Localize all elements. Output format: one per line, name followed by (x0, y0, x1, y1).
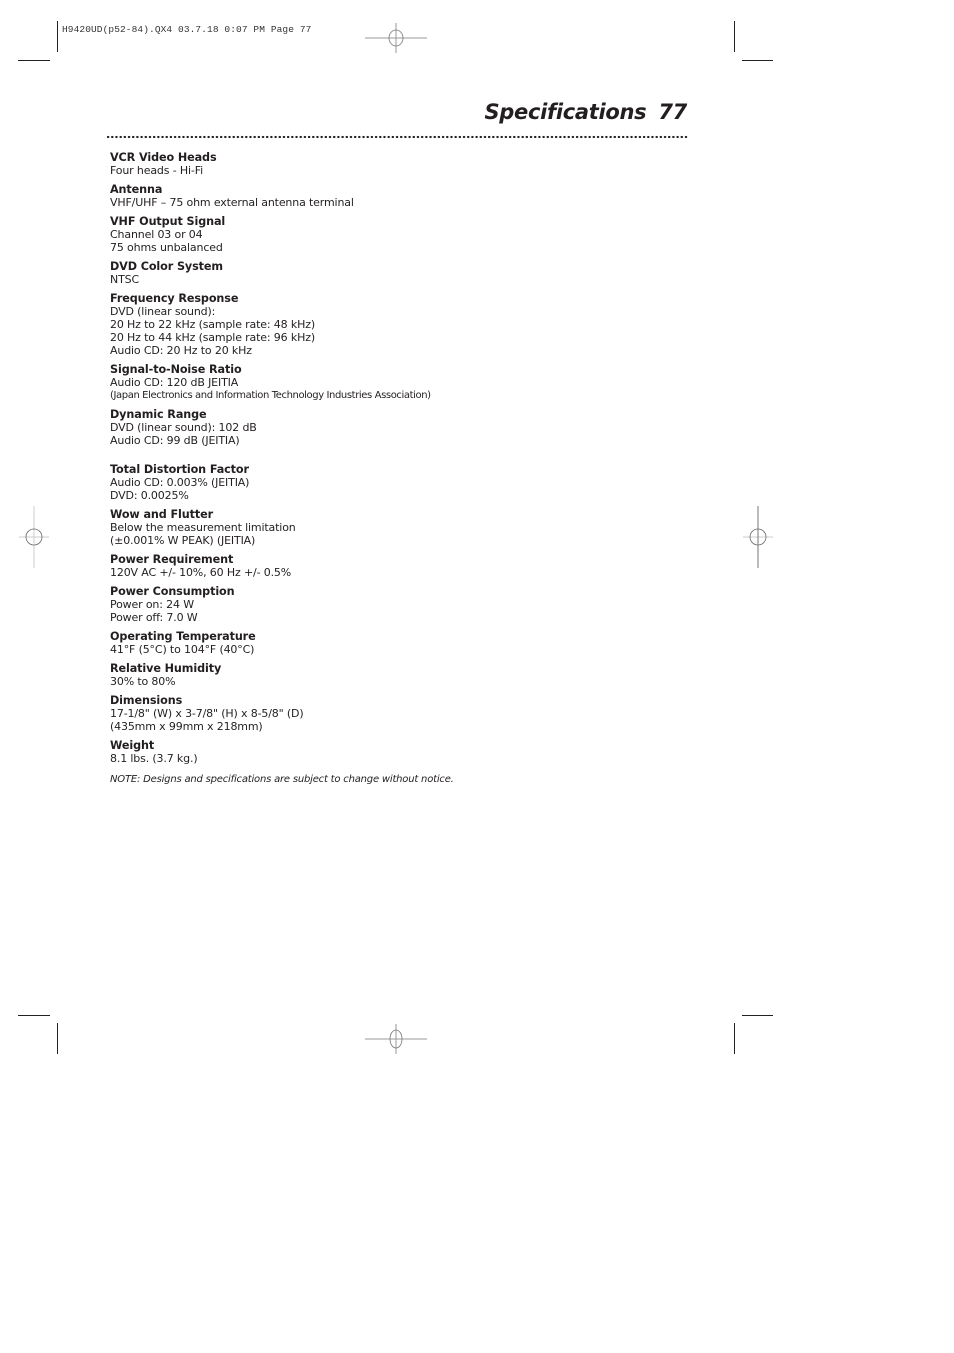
registration-target-left (17, 505, 51, 569)
dotted-rule (106, 135, 688, 139)
crop-mark-bottom-left-vertical (57, 1023, 58, 1054)
spec-dimensions: Dimensions 17-1/8" (W) x 3-7/8" (H) x 8-… (110, 694, 630, 733)
spec-heading: DVD Color System (110, 260, 223, 273)
spec-power-consumption: Power Consumption Power on: 24 W Power o… (110, 585, 630, 624)
registration-target-bottom (365, 1022, 427, 1056)
spec-heading: Operating Temperature (110, 630, 256, 643)
spec-value: Audio CD: 20 Hz to 20 kHz (110, 344, 252, 357)
page-title: Specifications (484, 100, 647, 124)
spec-weight: Weight 8.1 lbs. (3.7 kg.) (110, 739, 630, 765)
spec-antenna: Antenna VHF/UHF – 75 ohm external antenn… (110, 183, 630, 209)
spec-value: 30% to 80% (110, 675, 176, 688)
spec-value: (±0.001% W PEAK) (JEITIA) (110, 534, 256, 547)
spec-heading: Weight (110, 739, 155, 752)
spec-heading: Dimensions (110, 694, 183, 707)
spec-power-requirement: Power Requirement 120V AC +/- 10%, 60 Hz… (110, 553, 630, 579)
specifications-note: NOTE: Designs and specifications are sub… (110, 774, 454, 785)
crop-mark-top-right-horizontal (742, 60, 773, 61)
spec-relative-humidity: Relative Humidity 30% to 80% (110, 662, 630, 688)
spec-value: Four heads - Hi-Fi (110, 164, 203, 177)
registration-target-right (741, 505, 775, 569)
spec-value: 17-1/8" (W) x 3-7/8" (H) x 8-5/8" (D) (110, 707, 304, 720)
spec-frequency-response: Frequency Response DVD (linear sound): 2… (110, 292, 630, 357)
spec-heading: Wow and Flutter (110, 508, 214, 521)
crop-mark-top-left-vertical (57, 21, 58, 52)
page-header: Specifications 77 (484, 100, 687, 124)
spec-heading: Power Requirement (110, 553, 234, 566)
page-number: 77 (658, 100, 687, 124)
registration-target-top (365, 21, 427, 55)
spec-value: 41°F (5°C) to 104°F (40°C) (110, 643, 255, 656)
crop-mark-bottom-left-horizontal (18, 1015, 50, 1016)
spec-value: DVD (linear sound): (110, 305, 216, 318)
spec-value: 75 ohms unbalanced (110, 241, 223, 254)
spec-dvd-color-system: DVD Color System NTSC (110, 260, 630, 286)
spec-value: Audio CD: 0.003% (JEITIA) (110, 476, 250, 489)
spec-heading: Frequency Response (110, 292, 239, 305)
spec-value: (435mm x 99mm x 218mm) (110, 720, 263, 733)
spec-heading: Antenna (110, 183, 163, 196)
crop-mark-top-right-vertical (734, 21, 735, 52)
spec-wow-and-flutter: Wow and Flutter Below the measurement li… (110, 508, 630, 547)
spec-value: Audio CD: 99 dB (JEITIA) (110, 434, 240, 447)
spec-footnote: (Japan Electronics and Information Techn… (110, 390, 431, 401)
crop-mark-bottom-right-vertical (734, 1023, 735, 1054)
spec-heading: Dynamic Range (110, 408, 207, 421)
spec-value: 120V AC +/- 10%, 60 Hz +/- 0.5% (110, 566, 292, 579)
spec-heading: VCR Video Heads (110, 151, 217, 164)
spec-heading: Signal-to-Noise Ratio (110, 363, 242, 376)
crop-mark-bottom-right-horizontal (742, 1015, 773, 1016)
spec-value: NTSC (110, 273, 140, 286)
print-slug: H9420UD(p52-84).QX4 03.7.18 0:07 PM Page… (62, 24, 312, 35)
specifications-list: VCR Video Heads Four heads - Hi-Fi Anten… (110, 151, 630, 771)
spec-value: 20 Hz to 44 kHz (sample rate: 96 kHz) (110, 331, 315, 344)
spec-signal-to-noise-ratio: Signal-to-Noise Ratio Audio CD: 120 dB J… (110, 363, 630, 402)
spec-total-distortion-factor: Total Distortion Factor Audio CD: 0.003%… (110, 463, 630, 502)
spec-dynamic-range: Dynamic Range DVD (linear sound): 102 dB… (110, 408, 630, 447)
spec-value: DVD (linear sound): 102 dB (110, 421, 257, 434)
spec-value: VHF/UHF – 75 ohm external antenna termin… (110, 196, 354, 209)
spec-value: Power on: 24 W (110, 598, 194, 611)
spec-value: Below the measurement limitation (110, 521, 296, 534)
spec-heading: VHF Output Signal (110, 215, 226, 228)
spec-vhf-output-signal: VHF Output Signal Channel 03 or 04 75 oh… (110, 215, 630, 254)
spec-value: Audio CD: 120 dB JEITIA (110, 376, 239, 389)
spec-heading: Relative Humidity (110, 662, 222, 675)
spec-value: 20 Hz to 22 kHz (sample rate: 48 kHz) (110, 318, 315, 331)
spec-value: 8.1 lbs. (3.7 kg.) (110, 752, 198, 765)
spec-heading: Total Distortion Factor (110, 463, 249, 476)
spec-heading: Power Consumption (110, 585, 235, 598)
spec-value: Power off: 7.0 W (110, 611, 198, 624)
crop-mark-top-left-horizontal (18, 60, 50, 61)
spec-operating-temperature: Operating Temperature 41°F (5°C) to 104°… (110, 630, 630, 656)
spec-vcr-video-heads: VCR Video Heads Four heads - Hi-Fi (110, 151, 630, 177)
spec-value: DVD: 0.0025% (110, 489, 189, 502)
spec-value: Channel 03 or 04 (110, 228, 203, 241)
